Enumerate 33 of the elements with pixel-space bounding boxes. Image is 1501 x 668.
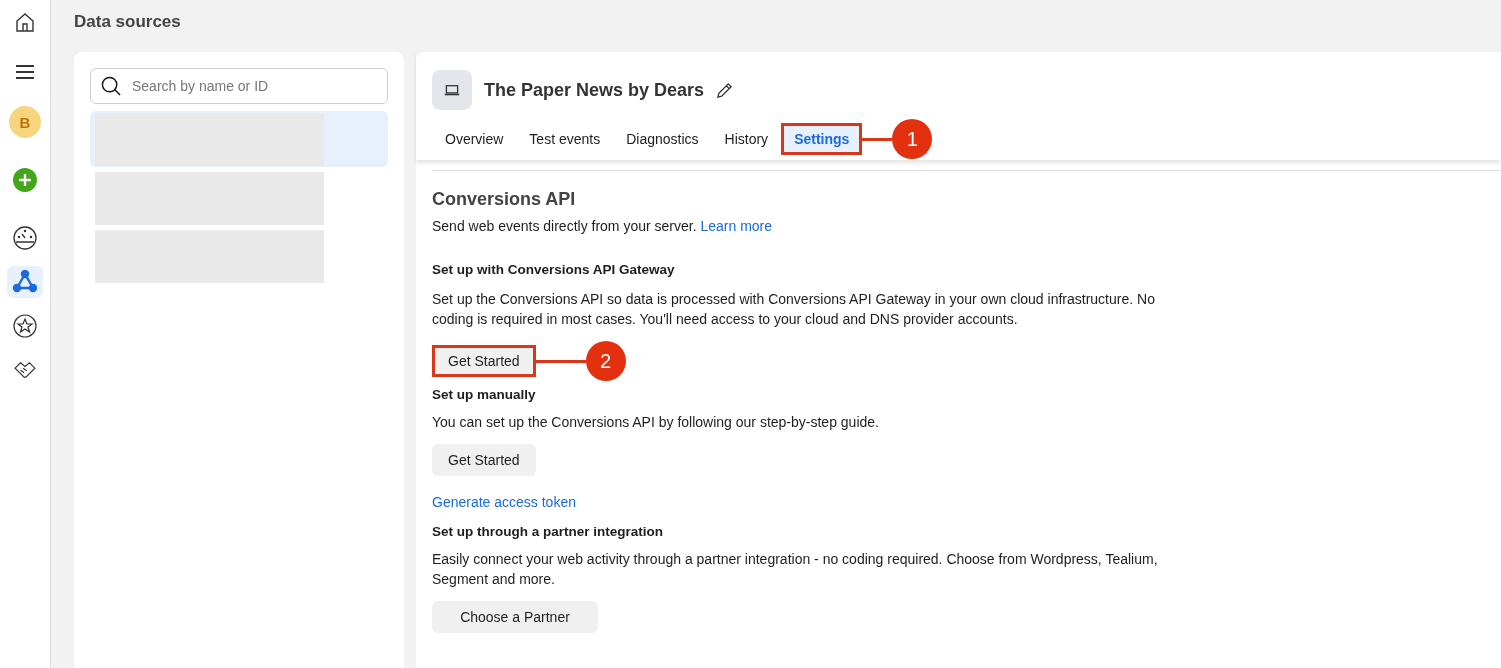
search-box[interactable]: Search by name or ID bbox=[90, 68, 388, 104]
edit-icon[interactable] bbox=[716, 81, 734, 99]
tab[interactable]: Diagnostics bbox=[613, 123, 712, 155]
tab[interactable]: History bbox=[711, 123, 782, 155]
section-text: You can set up the Conversions API by following our step-by-step guide. bbox=[432, 413, 879, 432]
page-title: Data sources bbox=[74, 12, 182, 32]
section-heading: Set up with Conversions API Gateway bbox=[432, 262, 675, 277]
handshake-icon[interactable] bbox=[14, 361, 36, 379]
action-button[interactable]: Get Started bbox=[432, 444, 536, 476]
section-heading: Set up through a partner integration bbox=[432, 524, 663, 539]
section-heading: Set up manually bbox=[432, 387, 536, 402]
laptop-icon bbox=[432, 70, 472, 110]
action-button[interactable]: Get Started bbox=[432, 345, 536, 377]
section-title: Conversions API bbox=[432, 189, 576, 210]
nodes-icon[interactable] bbox=[13, 270, 37, 294]
section-text: Set up the Conversions API so data is processed with Conversions API Gateway in your own cloud infrastructure. No coding is required in most cases. You'll need access to your cloud and DNS provider accounts. bbox=[432, 290, 1156, 329]
tab[interactable]: Settings bbox=[781, 123, 863, 155]
search-field[interactable]: Search by name or ID bbox=[130, 77, 377, 95]
step-marker: 1 bbox=[892, 119, 933, 159]
tab[interactable]: Test events bbox=[516, 123, 614, 155]
generate-token-link[interactable]: Generate access token bbox=[432, 494, 576, 510]
section-text: Easily connect your web activity through a partner integration - no coding required. Choose from Wordpress, Tealium, Segment and more. bbox=[432, 550, 1158, 589]
search-icon bbox=[101, 75, 122, 97]
intro-text: Send web events directly from your server. Learn more bbox=[432, 217, 773, 236]
add-icon[interactable] bbox=[13, 168, 37, 192]
source-title: The Paper News by Dears bbox=[484, 79, 705, 101]
selected-nav-item[interactable] bbox=[7, 266, 43, 298]
action-button[interactable]: Choose a Partner bbox=[432, 601, 598, 633]
learn-more-link[interactable]: Learn more bbox=[700, 218, 773, 234]
gauge-icon[interactable] bbox=[13, 226, 37, 250]
tab[interactable]: Overview bbox=[432, 123, 517, 155]
step-marker: 2 bbox=[585, 341, 626, 381]
home-icon[interactable] bbox=[14, 11, 36, 33]
